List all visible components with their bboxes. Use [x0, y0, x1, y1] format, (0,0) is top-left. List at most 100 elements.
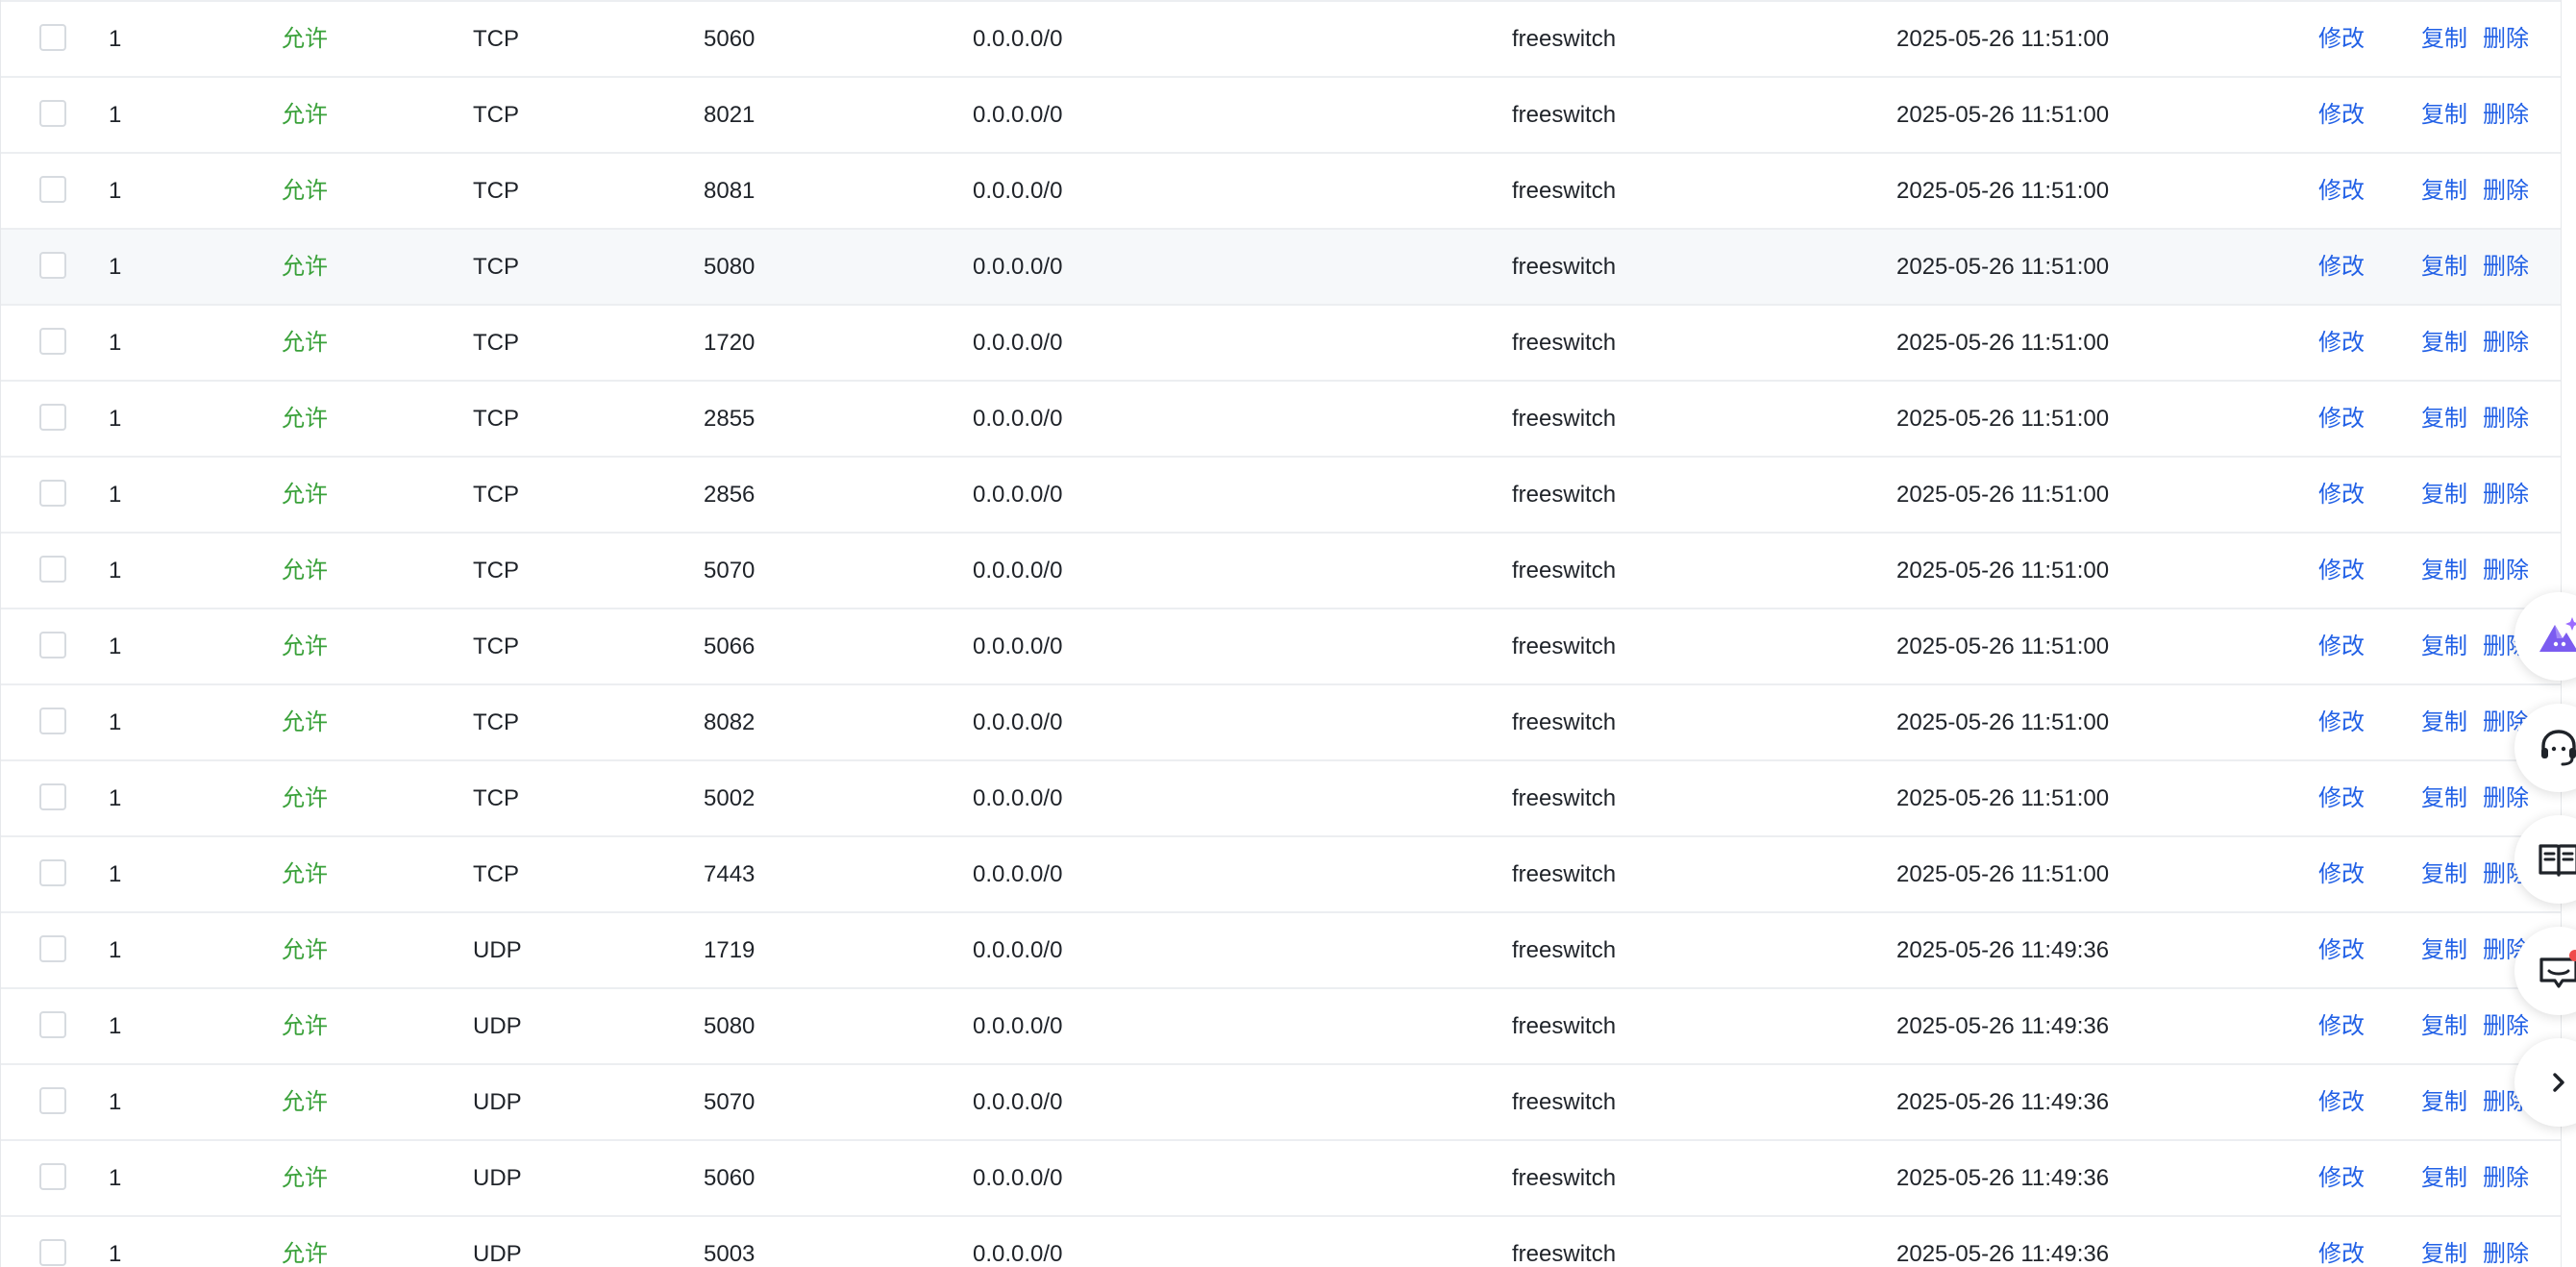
- row-select-checkbox[interactable]: [39, 252, 66, 279]
- edit-rule-link[interactable]: 修改: [2318, 609, 2365, 683]
- row-select-checkbox[interactable]: [39, 859, 66, 886]
- rule-port: 5003: [704, 1241, 755, 1267]
- customer-service-button[interactable]: [2514, 704, 2576, 792]
- rule-policy: 允许: [282, 178, 328, 204]
- rule-source: 0.0.0.0/0: [973, 558, 1063, 584]
- rule-priority: 1: [109, 785, 122, 811]
- copy-rule-link[interactable]: 复制: [2421, 458, 2467, 532]
- rule-description: freeswitch: [1512, 558, 1617, 584]
- copy-rule-link[interactable]: 复制: [2421, 609, 2467, 683]
- edit-rule-link[interactable]: 修改: [2318, 1065, 2365, 1139]
- copy-rule-link[interactable]: 复制: [2421, 685, 2467, 759]
- table-row: 1 允许 TCP 8021 0.0.0.0/0 freeswitch 2025-05-26 …: [1, 78, 2561, 154]
- row-select-checkbox[interactable]: [39, 1163, 66, 1190]
- edit-rule-link[interactable]: 修改: [2318, 989, 2365, 1063]
- rule-protocol: TCP: [473, 102, 519, 128]
- row-select-checkbox[interactable]: [39, 556, 66, 583]
- row-select-checkbox[interactable]: [39, 404, 66, 431]
- copy-rule-link[interactable]: 复制: [2421, 78, 2467, 152]
- rule-source: 0.0.0.0/0: [973, 1241, 1063, 1267]
- edit-rule-link[interactable]: 修改: [2318, 534, 2365, 608]
- rule-description: freeswitch: [1512, 102, 1617, 128]
- edit-rule-link[interactable]: 修改: [2318, 1141, 2365, 1215]
- copy-rule-link[interactable]: 复制: [2421, 837, 2467, 911]
- feedback-button[interactable]: [2514, 927, 2576, 1015]
- edit-rule-link[interactable]: 修改: [2318, 761, 2365, 835]
- rule-policy: 允许: [282, 482, 328, 508]
- row-select-checkbox[interactable]: [39, 24, 66, 51]
- docs-button[interactable]: [2514, 815, 2576, 904]
- edit-rule-link[interactable]: 修改: [2318, 154, 2365, 228]
- rule-priority: 1: [109, 1165, 122, 1191]
- rule-protocol: TCP: [473, 558, 519, 584]
- edit-rule-link[interactable]: 修改: [2318, 837, 2365, 911]
- feedback-message-icon: [2539, 950, 2576, 988]
- row-select-checkbox[interactable]: [39, 632, 66, 658]
- row-select-checkbox[interactable]: [39, 1011, 66, 1038]
- copy-rule-link[interactable]: 复制: [2421, 382, 2467, 456]
- copy-rule-link[interactable]: 复制: [2421, 306, 2467, 380]
- row-select-checkbox[interactable]: [39, 176, 66, 203]
- row-select-checkbox[interactable]: [39, 1087, 66, 1114]
- copy-rule-link[interactable]: 复制: [2421, 913, 2467, 987]
- docs-book-icon: [2539, 844, 2576, 877]
- edit-rule-link[interactable]: 修改: [2318, 382, 2365, 456]
- table-row: 1 允许 TCP 8081 0.0.0.0/0 freeswitch 2025-05-26 …: [1, 154, 2561, 230]
- table-row: 1 允许 TCP 2856 0.0.0.0/0 freeswitch 2025-05-26 …: [1, 458, 2561, 534]
- copy-rule-link[interactable]: 复制: [2421, 1065, 2467, 1139]
- copy-rule-link[interactable]: 复制: [2421, 1217, 2467, 1267]
- collapse-toolbar-button[interactable]: [2514, 1038, 2576, 1127]
- rule-port: 8021: [704, 102, 755, 128]
- rule-protocol: TCP: [473, 482, 519, 508]
- rule-source: 0.0.0.0/0: [973, 785, 1063, 811]
- rule-port: 5080: [704, 254, 755, 280]
- rule-description: freeswitch: [1512, 178, 1617, 204]
- rule-modified-time: 2025-05-26 11:51:00: [1896, 330, 2110, 356]
- table-row: 1 允许 TCP 1720 0.0.0.0/0 freeswitch 2025-05-26 …: [1, 306, 2561, 382]
- copy-rule-link[interactable]: 复制: [2421, 1141, 2467, 1215]
- rule-protocol: TCP: [473, 26, 519, 52]
- copy-rule-link[interactable]: 复制: [2421, 154, 2467, 228]
- rule-modified-time: 2025-05-26 11:51:00: [1896, 634, 2110, 659]
- edit-rule-link[interactable]: 修改: [2318, 1217, 2365, 1267]
- table-row: 1 允许 TCP 5070 0.0.0.0/0 freeswitch 2025-05-26 …: [1, 534, 2561, 609]
- rule-modified-time: 2025-05-26 11:49:36: [1896, 1241, 2110, 1267]
- copy-rule-link[interactable]: 复制: [2421, 534, 2467, 608]
- edit-rule-link[interactable]: 修改: [2318, 685, 2365, 759]
- rule-description: freeswitch: [1512, 861, 1617, 887]
- edit-rule-link[interactable]: 修改: [2318, 458, 2365, 532]
- ai-assistant-button[interactable]: [2514, 592, 2576, 681]
- row-select-checkbox[interactable]: [39, 1239, 66, 1266]
- rule-description: freeswitch: [1512, 482, 1617, 508]
- row-select-checkbox[interactable]: [39, 783, 66, 810]
- copy-rule-link[interactable]: 复制: [2421, 761, 2467, 835]
- rule-port: 8082: [704, 709, 755, 735]
- rule-modified-time: 2025-05-26 11:51:00: [1896, 785, 2110, 811]
- edit-rule-link[interactable]: 修改: [2318, 2, 2365, 76]
- row-select-checkbox[interactable]: [39, 328, 66, 355]
- copy-rule-link[interactable]: 复制: [2421, 989, 2467, 1063]
- row-select-checkbox[interactable]: [39, 480, 66, 507]
- rules-table: 1 允许 TCP 5060 0.0.0.0/0 freeswitch 2025-05-26 …: [0, 0, 2562, 1267]
- row-select-checkbox[interactable]: [39, 935, 66, 962]
- rule-description: freeswitch: [1512, 785, 1617, 811]
- rule-description: freeswitch: [1512, 634, 1617, 659]
- edit-rule-link[interactable]: 修改: [2318, 913, 2365, 987]
- rule-description: freeswitch: [1512, 709, 1617, 735]
- row-select-checkbox[interactable]: [39, 100, 66, 127]
- chevron-right-icon: [2553, 1073, 2564, 1092]
- rule-port: 5080: [704, 1013, 755, 1039]
- edit-rule-link[interactable]: 修改: [2318, 306, 2365, 380]
- row-select-checkbox[interactable]: [39, 708, 66, 734]
- rule-priority: 1: [109, 102, 122, 128]
- copy-rule-link[interactable]: 复制: [2421, 230, 2467, 304]
- rule-priority: 1: [109, 937, 122, 963]
- rule-protocol: TCP: [473, 330, 519, 356]
- table-row: 1 允许 TCP 8082 0.0.0.0/0 freeswitch 2025-05-26 …: [1, 685, 2561, 761]
- rule-priority: 1: [109, 1013, 122, 1039]
- rule-description: freeswitch: [1512, 254, 1617, 280]
- edit-rule-link[interactable]: 修改: [2318, 78, 2365, 152]
- edit-rule-link[interactable]: 修改: [2318, 230, 2365, 304]
- copy-rule-link[interactable]: 复制: [2421, 2, 2467, 76]
- rule-protocol: UDP: [473, 937, 522, 963]
